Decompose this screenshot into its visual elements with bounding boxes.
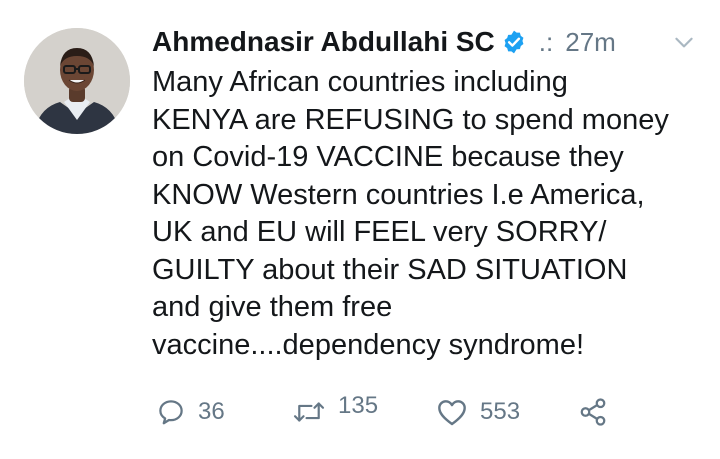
heart-icon — [436, 397, 468, 427]
chevron-down-icon[interactable] — [671, 29, 697, 55]
avatar[interactable] — [24, 28, 130, 134]
tweet-card[interactable]: Ahmednasir Abdullahi SC .: 27m Many Afri… — [0, 0, 720, 459]
author-handle[interactable]: .: — [539, 27, 553, 58]
share-button[interactable] — [578, 390, 608, 434]
verified-badge-icon — [501, 29, 527, 55]
tweet-header: Ahmednasir Abdullahi SC .: 27m — [152, 20, 697, 64]
reply-icon — [156, 397, 186, 427]
like-count: 553 — [480, 398, 521, 425]
share-icon — [578, 397, 608, 427]
tweet-text: Many African countries including KENYA a… — [152, 66, 669, 361]
retweet-button[interactable]: 135 — [292, 390, 378, 434]
like-button[interactable]: 553 — [436, 390, 520, 434]
tweet-actions: 36 135 553 — [152, 390, 632, 434]
reply-button[interactable]: 36 — [156, 390, 225, 434]
timestamp[interactable]: 27m — [565, 27, 616, 58]
profile-photo — [24, 28, 130, 134]
retweet-count: 135 — [338, 392, 379, 419]
author-name[interactable]: Ahmednasir Abdullahi SC — [152, 26, 495, 58]
reply-count: 36 — [198, 398, 225, 425]
retweet-icon — [292, 397, 326, 427]
